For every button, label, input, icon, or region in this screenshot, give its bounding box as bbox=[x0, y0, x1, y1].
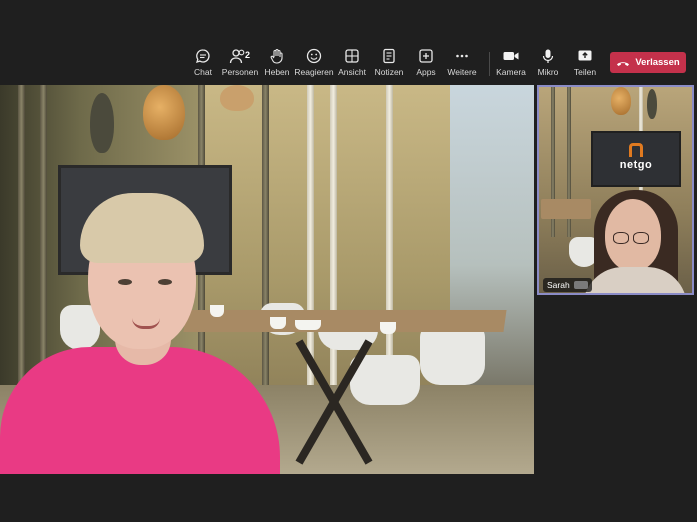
mic-status-icon bbox=[573, 281, 588, 289]
share-icon bbox=[578, 50, 592, 61]
self-view-name: Sarah bbox=[547, 280, 570, 290]
participant-eye bbox=[118, 279, 132, 285]
hang-up-icon bbox=[617, 61, 630, 66]
self-view-pendant-lamp bbox=[611, 87, 631, 115]
camera-icon bbox=[503, 52, 519, 60]
video-chair bbox=[420, 325, 485, 385]
video-cup bbox=[210, 305, 224, 317]
raise-hand-icon bbox=[270, 48, 283, 64]
video-tree-trunk bbox=[18, 85, 25, 405]
video-pendant-lamp bbox=[220, 85, 254, 111]
netgo-logo-text: netgo bbox=[619, 159, 653, 171]
netgo-logo-mark bbox=[629, 143, 643, 157]
video-tree-trunk bbox=[262, 85, 269, 405]
share-button[interactable]: Teilen bbox=[563, 48, 607, 82]
leave-button[interactable]: Verlassen bbox=[610, 52, 686, 73]
people-count: 2 bbox=[245, 50, 251, 60]
notes-icon bbox=[383, 48, 395, 64]
chat-icon bbox=[196, 49, 210, 63]
video-table bbox=[183, 310, 507, 332]
self-view-pendant-lamp bbox=[647, 89, 657, 119]
more-button[interactable]: Weitere bbox=[440, 48, 484, 82]
leave-label: Verlassen bbox=[635, 57, 680, 68]
video-pendant-lamp bbox=[90, 93, 114, 153]
video-pendant-lamp bbox=[143, 85, 185, 140]
react-icon bbox=[306, 48, 322, 64]
share-label: Teilen bbox=[573, 67, 597, 77]
glasses-icon bbox=[613, 232, 629, 244]
participant-eye bbox=[158, 279, 172, 285]
video-cup bbox=[380, 322, 396, 334]
glasses-icon bbox=[633, 232, 649, 244]
video-birch-trunk bbox=[330, 85, 337, 405]
main-video-feed[interactable] bbox=[0, 85, 534, 474]
self-view-name-tag: Sarah bbox=[543, 278, 592, 292]
video-cup bbox=[270, 317, 286, 329]
video-bowl bbox=[295, 320, 321, 330]
self-view-wall-screen: netgo bbox=[591, 131, 681, 187]
apps-icon bbox=[419, 49, 433, 63]
more-icon bbox=[456, 54, 468, 58]
more-label: Weitere bbox=[447, 67, 477, 77]
mic-icon bbox=[542, 49, 554, 63]
meeting-toolbar: Chat 2 Personen Heben Reagieren Ansicht … bbox=[0, 40, 697, 82]
self-view-table bbox=[541, 199, 591, 219]
view-icon bbox=[345, 49, 359, 63]
self-view-video[interactable]: netgo Sarah bbox=[537, 85, 694, 295]
